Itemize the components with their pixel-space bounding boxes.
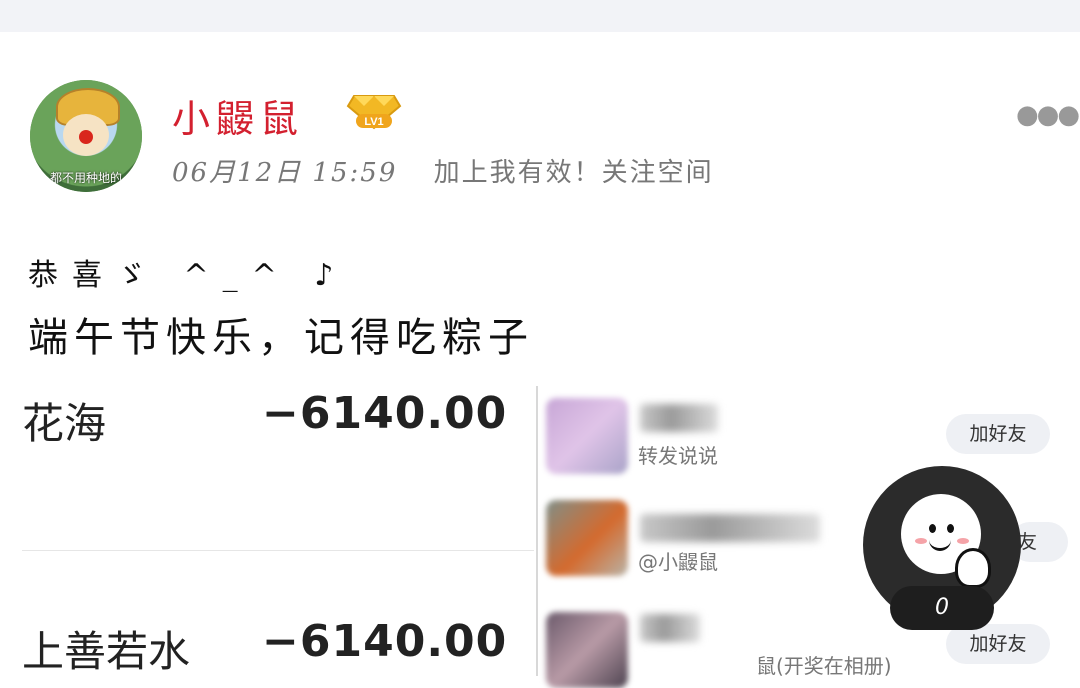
post-timestamp: 06月12日 15:59 xyxy=(172,158,398,188)
smiley-icon xyxy=(901,494,991,588)
blurred-avatar xyxy=(546,500,628,576)
friend-subtext: @小鼹鼠 xyxy=(638,550,718,574)
post-meta: 06月12日 15:59 加上我有效！关注空间 xyxy=(172,152,714,189)
friend-subtext: 鼠(开奖在相册) xyxy=(756,654,892,678)
post-source[interactable]: 加上我有效！关注空间 xyxy=(434,158,714,188)
top-bar xyxy=(0,0,1080,32)
bubble-counter: 0 xyxy=(890,586,994,630)
level-badge-text: LV1 xyxy=(364,116,383,128)
blurred-name xyxy=(640,514,820,542)
diamond-level-badge-icon: LV1 xyxy=(346,95,402,130)
user-avatar[interactable]: 都不用种地的 xyxy=(30,80,142,192)
add-friend-button[interactable]: 加好友 xyxy=(946,414,1050,454)
post-content-line1: 恭喜ゞ ^_^ ♪ xyxy=(28,258,348,293)
transaction-name: 花海 xyxy=(22,399,107,448)
divider xyxy=(22,550,534,551)
more-horizontal-icon[interactable]: ●●● xyxy=(1016,100,1080,130)
friend-subtext: 转发说说 xyxy=(638,444,718,468)
transaction-amount: −6140.00 xyxy=(262,388,508,439)
blurred-name xyxy=(640,614,700,642)
transaction-amount: −6140.00 xyxy=(262,616,508,667)
divider xyxy=(536,386,538,676)
username[interactable]: 小鼹鼠 xyxy=(172,88,304,143)
blurred-avatar xyxy=(546,612,628,688)
blurred-avatar xyxy=(546,398,628,474)
post-content-line2: 端午节快乐，记得吃粽子 xyxy=(28,315,534,361)
avatar-caption: 都不用种地的 xyxy=(49,171,122,185)
add-friend-button[interactable]: 加好友 xyxy=(946,624,1050,664)
blurred-name xyxy=(640,404,718,432)
